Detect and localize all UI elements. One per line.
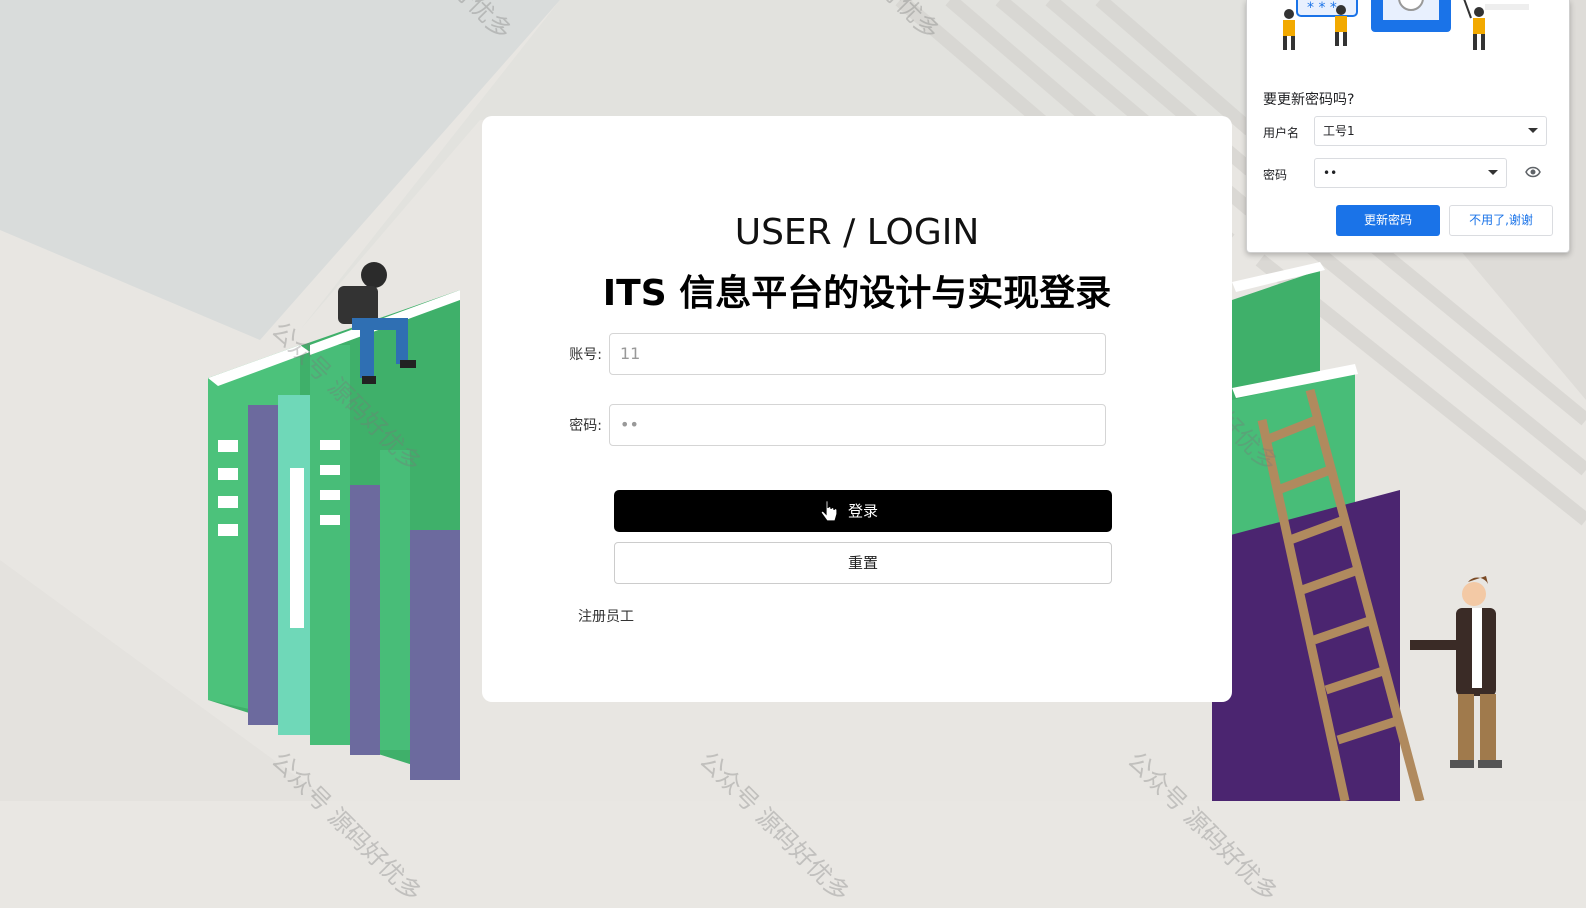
popup-username-label: 用户名	[1263, 126, 1300, 140]
popup-title: 要更新密码吗?	[1263, 92, 1355, 108]
password-label: 密码:	[569, 418, 602, 434]
password-update-popup: * * * 要更新密码吗? 用户名 工号1 密码 •• 更新密码 不用了,谢谢	[1246, 0, 1570, 253]
popup-password-label: 密码	[1263, 168, 1288, 182]
svg-text:* * *: * * *	[1307, 0, 1337, 16]
dismiss-button[interactable]: 不用了,谢谢	[1449, 205, 1553, 236]
reset-button[interactable]: 重置	[614, 542, 1112, 584]
popup-password-value: ••	[1323, 166, 1338, 180]
update-password-button[interactable]: 更新密码	[1336, 205, 1440, 236]
popup-username-select[interactable]: 工号1	[1314, 116, 1547, 146]
password-input[interactable]: ••	[609, 404, 1106, 446]
login-button[interactable]: 登录	[614, 490, 1112, 532]
password-illustration: * * *	[1283, 0, 1529, 50]
chevron-down-icon	[1488, 170, 1498, 175]
login-title-en: USER / LOGIN	[734, 212, 980, 253]
popup-password-select[interactable]: ••	[1314, 158, 1507, 188]
login-title-cn: ITS 信息平台的设计与实现登录	[602, 273, 1112, 314]
register-link[interactable]: 注册员工	[578, 606, 634, 626]
popup-username-value: 工号1	[1323, 124, 1355, 138]
account-label: 账号:	[569, 347, 602, 363]
account-input[interactable]: 11	[609, 333, 1106, 375]
chevron-down-icon	[1528, 128, 1538, 133]
show-password-eye-icon[interactable]	[1525, 166, 1541, 178]
hand-cursor-icon	[820, 500, 838, 522]
login-card: USER / LOGIN ITS 信息平台的设计与实现登录 账号: 11 密码:…	[482, 116, 1232, 702]
